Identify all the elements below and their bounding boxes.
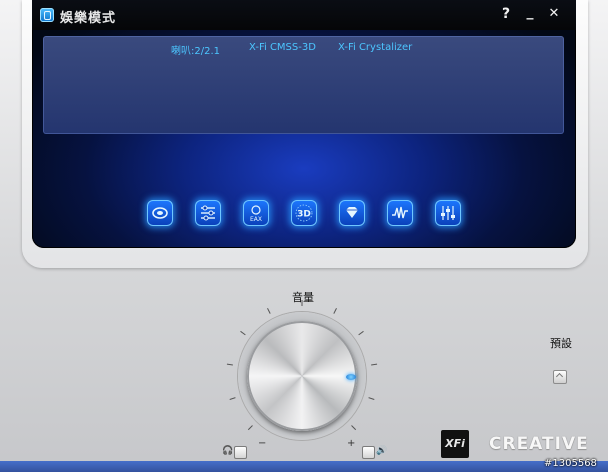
eax-label: EAX xyxy=(250,216,262,223)
volume-tick xyxy=(368,397,375,400)
watermark-text: #1305568 xyxy=(544,458,597,469)
volume-tick xyxy=(358,330,364,336)
diamond-icon xyxy=(346,207,358,218)
cmss-3d-effect-button[interactable] xyxy=(147,200,173,226)
volume-min-mark: − xyxy=(258,438,266,449)
help-button[interactable]: ? xyxy=(496,4,516,24)
volume-max-mark: + xyxy=(347,438,355,449)
taskbar-strip xyxy=(0,461,608,472)
crystalizer-status-text: X-Fi Crystalizer xyxy=(338,42,413,53)
minimize-button[interactable]: _ xyxy=(520,2,540,22)
speaker-config-text: 喇叭:2/2.1 xyxy=(171,46,221,57)
eax-icon: EAX xyxy=(250,205,262,223)
close-button[interactable]: ✕ xyxy=(544,4,564,24)
headphone-icon: 🎧 xyxy=(222,446,234,456)
creative-logo: CREATIVE xyxy=(489,434,589,454)
title-bar: 娛樂模式 ? _ ✕ xyxy=(32,0,576,30)
status-panel: 喇叭:2/2.1 X-Fi CMSS-3D X-Fi Crystalizer xyxy=(43,36,564,134)
cmss-icon xyxy=(152,207,168,219)
reset-button[interactable] xyxy=(553,370,567,384)
cmss-status-text: X-Fi CMSS-3D xyxy=(249,42,316,53)
sliders-icon xyxy=(201,205,215,221)
waveform-effect-button[interactable] xyxy=(387,200,413,226)
reset-label: 預設 xyxy=(550,337,572,350)
volume-tick xyxy=(371,363,378,366)
headphone-button[interactable] xyxy=(234,446,247,459)
volume-indicator xyxy=(346,374,356,380)
volume-tick xyxy=(226,363,233,366)
volume-tick xyxy=(333,308,337,314)
effect-toolbar: EAX 3D xyxy=(144,200,464,232)
mixer-effect-button[interactable] xyxy=(435,200,461,226)
volume-knob[interactable] xyxy=(247,321,357,431)
app-icon xyxy=(40,8,54,22)
xfi-logo: XFi xyxy=(441,430,469,458)
speaker-button[interactable] xyxy=(362,446,375,459)
speaker-icon: 🔊 xyxy=(376,446,388,456)
equalizer-effect-button[interactable] xyxy=(195,200,221,226)
volume-tick xyxy=(240,330,246,336)
3d-effect-button[interactable]: 3D xyxy=(291,200,317,226)
volume-tick xyxy=(267,308,271,314)
3d-label: 3D xyxy=(297,210,311,220)
mixer-icon xyxy=(441,206,455,220)
eax-effect-button[interactable]: EAX xyxy=(243,200,269,226)
3d-icon: 3D xyxy=(295,204,313,222)
window-title: 娛樂模式 xyxy=(60,11,117,26)
crystalizer-effect-button[interactable] xyxy=(339,200,365,226)
volume-tick xyxy=(229,397,236,400)
volume-tick xyxy=(247,425,253,431)
waveform-icon xyxy=(392,206,408,219)
volume-tick xyxy=(351,425,357,431)
screen: 娛樂模式 ? _ ✕ 喇叭:2/2.1 X-Fi CMSS-3D X-Fi Cr… xyxy=(32,0,576,248)
